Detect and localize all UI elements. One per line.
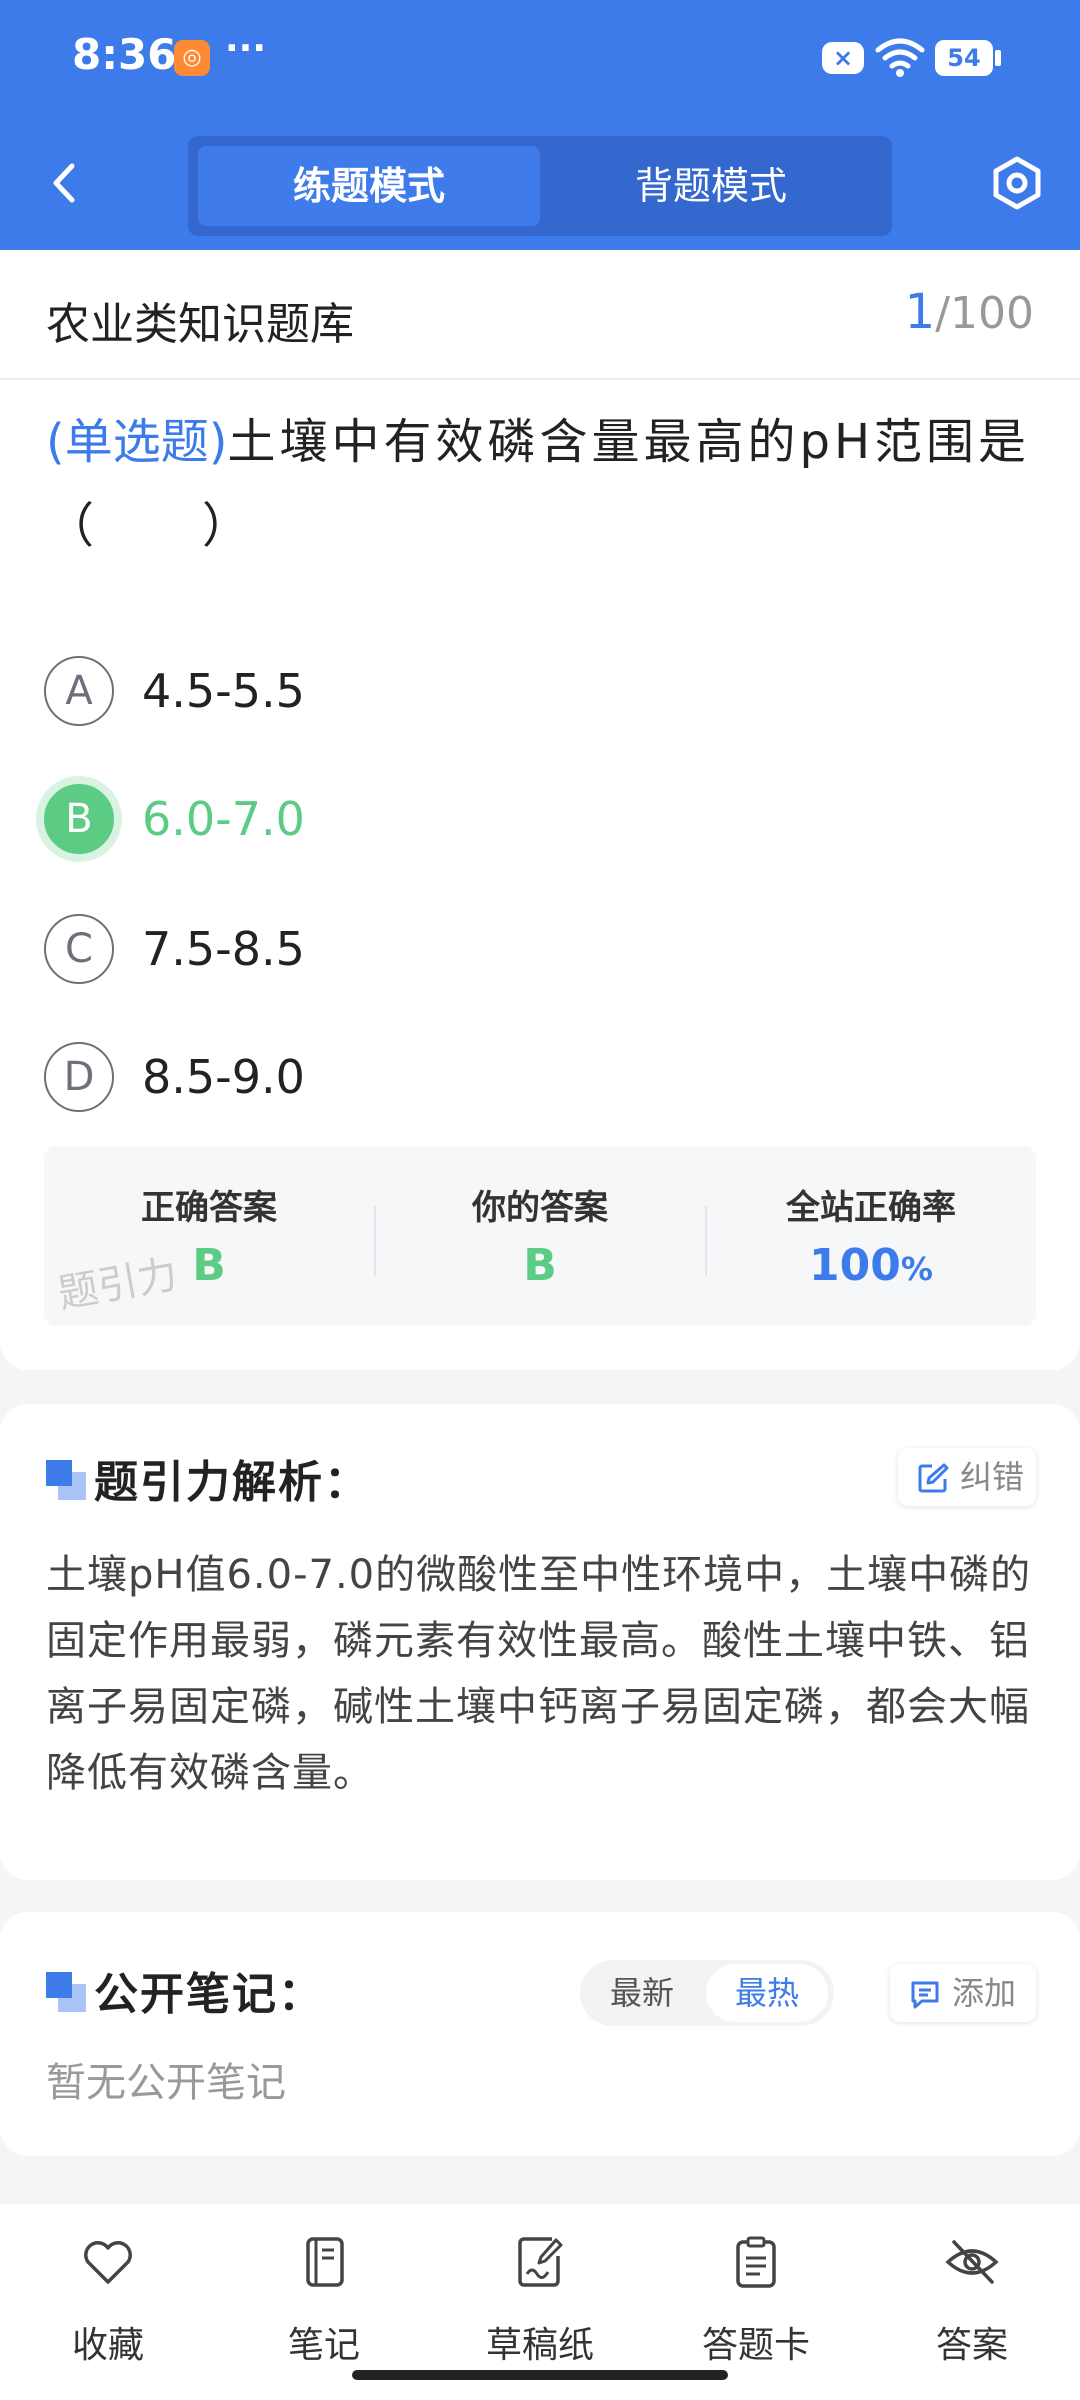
answer-summary: 正确答案 B 你的答案 B 全站正确率 100% 题引力 [44, 1146, 1036, 1326]
question-stem: (单选题)土壤中有效磷含量最高的pH范围是（ ） [46, 400, 1036, 568]
notes-sort-tabs: 最新 最热 [580, 1960, 834, 2026]
edit-icon [918, 1463, 949, 1493]
show-answer-label: 答案 [935, 2325, 1008, 2366]
option-d[interactable]: D 8.5-9.0 [44, 1042, 944, 1122]
top-header: 8:36 ◎ ··· × 54 练题模式 背题模式 [0, 0, 1080, 250]
add-note-label: 添加 [952, 1974, 1017, 2012]
notification-badge-icon: × [822, 42, 864, 74]
notes-label: 笔记 [287, 2325, 360, 2366]
option-text: 7.5-8.5 [142, 922, 305, 976]
draft-paper-icon [518, 2237, 563, 2287]
accuracy-label: 全站正确率 [786, 1188, 956, 1228]
option-text: 4.5-5.5 [142, 664, 305, 718]
option-letter: A [44, 656, 114, 726]
notebook-icon [306, 2237, 344, 2287]
question-bank-title: 农业类知识题库 [46, 299, 354, 350]
favorite-button[interactable]: 收藏 [28, 2234, 188, 2366]
empty-notes-text: 暂无公开笔记 [46, 2060, 286, 2106]
add-note-button[interactable]: 添加 [890, 1964, 1036, 2022]
more-notifications-icon: ··· [225, 28, 267, 69]
your-answer-label: 你的答案 [472, 1188, 608, 1228]
your-answer-column: 你的答案 B [375, 1146, 705, 1326]
report-error-label: 纠错 [960, 1458, 1025, 1496]
home-indicator[interactable] [352, 2370, 728, 2380]
sort-hot-tab[interactable]: 最热 [706, 1964, 828, 2022]
analysis-text: 土壤pH值6.0-7.0的微酸性至中性环境中，土壤中磷的固定作用最弱，磷元素有效… [46, 1552, 1032, 1796]
tab-memorize-mode[interactable]: 背题模式 [540, 146, 882, 226]
analysis-title: 题引力解析： [94, 1457, 370, 1508]
settings-gear-icon[interactable] [988, 154, 1046, 212]
draft-paper-label: 草稿纸 [485, 2325, 594, 2366]
correct-answer-label: 正确答案 [141, 1188, 277, 1228]
heart-icon [84, 2241, 132, 2284]
app-notification-icon: ◎ [174, 40, 210, 76]
mode-switch: 练题模式 背题模式 [188, 136, 892, 236]
answer-card-button[interactable]: 答题卡 [676, 2234, 836, 2366]
comment-icon [911, 1981, 939, 2009]
show-answer-button[interactable]: 答案 [892, 2234, 1052, 2366]
option-b[interactable]: B 6.0-7.0 [44, 784, 944, 864]
sort-latest-tab[interactable]: 最新 [580, 1960, 704, 2026]
divider [0, 378, 1080, 380]
section-marker-icon [46, 1460, 86, 1500]
option-letter: B [44, 784, 114, 854]
section-marker-icon [46, 1972, 86, 2012]
option-a[interactable]: A 4.5-5.5 [44, 656, 944, 736]
accuracy-column: 全站正确率 100% [706, 1146, 1036, 1326]
accuracy-number: 100 [809, 1240, 901, 1291]
status-time: 8:36 [72, 30, 177, 79]
question-card: 农业类知识题库 1/100 (单选题)土壤中有效磷含量最高的pH范围是（ ） A… [0, 250, 1080, 1370]
wifi-icon [875, 38, 925, 77]
notes-title: 公开笔记： [94, 1969, 324, 2020]
your-answer-value: B [523, 1240, 557, 1291]
question-type: (单选题) [46, 414, 228, 470]
back-arrow-icon[interactable] [40, 158, 90, 208]
option-letter: C [44, 914, 114, 984]
report-error-button[interactable]: 纠错 [898, 1448, 1036, 1506]
option-text: 8.5-9.0 [142, 1050, 305, 1104]
answer-card-label: 答题卡 [701, 2325, 810, 2366]
tab-practice-mode[interactable]: 练题模式 [198, 146, 540, 226]
option-c[interactable]: C 7.5-8.5 [44, 914, 944, 994]
notes-button[interactable]: 笔记 [244, 2234, 404, 2366]
analysis-card: 题引力解析： 纠错 土壤pH值6.0-7.0的微酸性至中性环境中，土壤中磷的固定… [0, 1404, 1080, 1880]
accuracy-value: 100% [706, 1240, 1036, 1291]
total-questions: /100 [935, 288, 1034, 339]
option-text: 6.0-7.0 [142, 792, 305, 846]
option-letter: D [44, 1042, 114, 1112]
favorite-label: 收藏 [71, 2325, 144, 2366]
public-notes-card: 公开笔记： 最新 最热 添加 暂无公开笔记 [0, 1912, 1080, 2156]
eye-off-icon [945, 2240, 999, 2284]
current-question-index: 1 [904, 284, 936, 340]
answer-card-icon [736, 2236, 776, 2288]
draft-paper-button[interactable]: 草稿纸 [460, 2234, 620, 2366]
question-counter: 1/100 [905, 284, 1034, 340]
battery-icon: 54 [935, 40, 1001, 76]
accuracy-unit: % [900, 1250, 933, 1288]
